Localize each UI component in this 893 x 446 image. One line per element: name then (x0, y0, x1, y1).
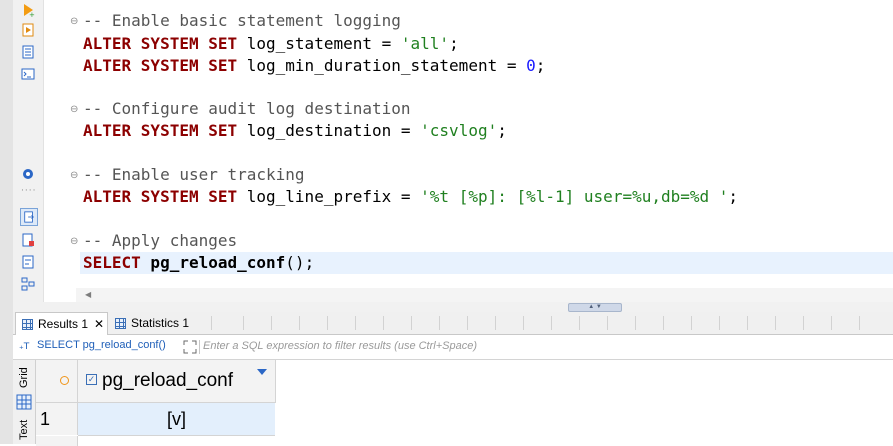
filter-separator (199, 340, 200, 354)
fold-toggle-icon[interactable]: ⊖ (70, 16, 78, 27)
tab-divider (523, 316, 524, 330)
new-script-icon[interactable] (20, 232, 36, 248)
close-icon[interactable]: ✕ (94, 317, 104, 331)
tab-divider (859, 316, 860, 330)
row-indicator-icon (60, 376, 69, 385)
tab-divider (635, 316, 636, 330)
tab-statistics-1[interactable]: Statistics 1 (115, 312, 189, 334)
code-line-current: SELECT pg_reload_conf(); (83, 253, 315, 272)
code-line: ALTER SYSTEM SET log_line_prefix = '%t [… (83, 187, 739, 206)
query-icon: ₊T (19, 342, 30, 351)
results-tab-bar: Results 1 ✕ Statistics 1 (13, 312, 893, 335)
tab-divider (803, 316, 804, 330)
result-view-tabs: Grid Text (13, 360, 36, 444)
explain-plan-icon[interactable] (20, 44, 36, 60)
tab-divider (691, 316, 692, 330)
code-line: ALTER SYSTEM SET log_destination = 'csvl… (83, 121, 507, 140)
tab-divider (211, 316, 212, 330)
toolbar-separator-dots: ···· (21, 186, 37, 196)
export-icon[interactable] (20, 208, 38, 226)
sort-arrow-icon[interactable] (257, 369, 267, 375)
tab-label: Results 1 (38, 317, 89, 331)
fold-toggle-icon[interactable]: ⊖ (70, 104, 78, 115)
column-name: pg_reload_conf (102, 370, 233, 391)
grid-view-icon[interactable] (16, 394, 32, 415)
sql-editor[interactable]: ⊖ -- Enable basic statement logging ALTE… (44, 0, 893, 288)
tab-grid[interactable]: Grid (15, 364, 33, 392)
tab-divider (579, 316, 580, 330)
grid-icon (115, 317, 126, 329)
tab-divider (327, 316, 328, 330)
tab-text[interactable]: Text (15, 416, 33, 444)
row-number-gutter (36, 436, 78, 446)
code-line: ALTER SYSTEM SET log_statement = 'all'; (83, 34, 459, 53)
tab-divider (299, 316, 300, 330)
format-icon[interactable] (20, 254, 36, 270)
svg-text:+: + (29, 11, 35, 17)
tab-divider (775, 316, 776, 330)
tab-divider (383, 316, 384, 330)
row-number-header[interactable] (36, 360, 78, 403)
filter-expression-input[interactable] (203, 337, 783, 355)
tab-divider (439, 316, 440, 330)
fold-toggle-icon[interactable]: ⊖ (70, 236, 78, 247)
tab-divider (747, 316, 748, 330)
editor-horizontal-scrollbar[interactable]: ◀ (76, 288, 893, 302)
row-number[interactable]: 1 (36, 403, 78, 435)
column-checkbox-icon[interactable]: ✓ (86, 374, 97, 385)
table-cell[interactable]: [v] (78, 403, 275, 436)
code-line-comment: -- Apply changes (83, 231, 238, 250)
tab-divider (495, 316, 496, 330)
grid-icon (22, 318, 33, 330)
svg-text:₊T: ₊T (19, 342, 30, 351)
code-line-comment: -- Configure audit log destination (83, 99, 411, 118)
left-panel-edge (0, 0, 13, 444)
terminal-icon[interactable] (20, 66, 36, 82)
tab-divider (719, 316, 720, 330)
outline-icon[interactable] (20, 276, 36, 292)
tab-divider (271, 316, 272, 330)
tab-divider (411, 316, 412, 330)
code-line-comment: -- Enable user tracking (83, 165, 305, 184)
tab-divider (355, 316, 356, 330)
tab-divider (663, 316, 664, 330)
editor-toolbar: + ···· (13, 0, 44, 302)
tab-divider (243, 316, 244, 330)
code-line: ALTER SYSTEM SET log_min_duration_statem… (83, 56, 546, 75)
results-filter-bar: ₊T SELECT pg_reload_conf() (13, 335, 893, 360)
tab-results-1[interactable]: Results 1 ✕ (15, 312, 108, 335)
settings-icon[interactable] (20, 166, 36, 182)
tab-divider (551, 316, 552, 330)
tab-divider (607, 316, 608, 330)
column-header[interactable]: ✓ pg_reload_conf (78, 360, 276, 403)
tab-label: Statistics 1 (131, 316, 190, 330)
results-grid: ✓ pg_reload_conf 1 [v] (36, 360, 893, 446)
execute-script-icon[interactable] (20, 22, 36, 38)
maximize-restore-sash-icon[interactable]: ▲ ▼ (568, 303, 622, 312)
filter-expand-icon[interactable] (183, 340, 197, 354)
code-line-comment: -- Enable basic statement logging (83, 11, 401, 30)
scroll-left-arrow-icon[interactable]: ◀ (85, 290, 91, 299)
execute-statement-icon[interactable]: + (20, 2, 36, 18)
tab-divider (831, 316, 832, 330)
active-query-label[interactable]: ₊T SELECT pg_reload_conf() (19, 339, 166, 351)
tab-divider (467, 316, 468, 330)
fold-toggle-icon[interactable]: ⊖ (70, 170, 78, 181)
